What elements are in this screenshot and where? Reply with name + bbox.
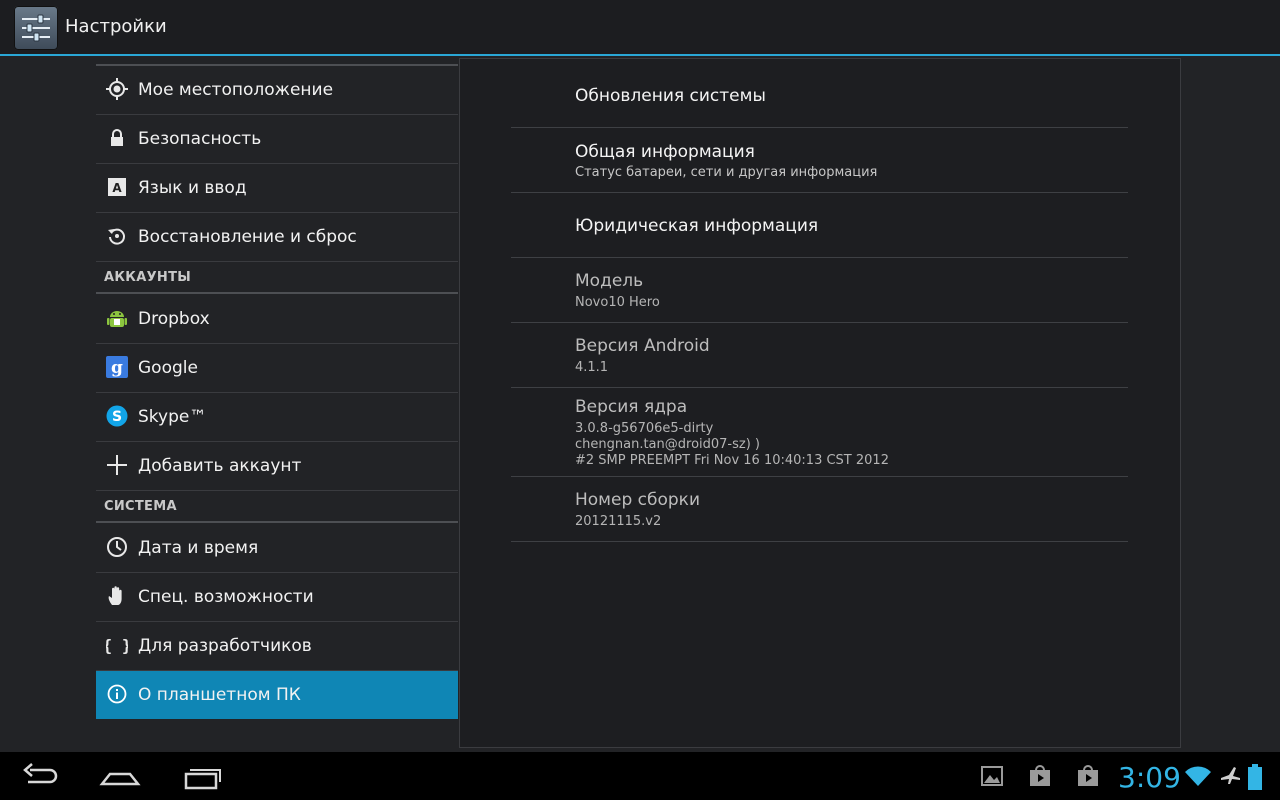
info-label: Версия ядра [575,397,688,417]
info-label: Номер сборки [575,490,701,510]
sidebar-item-developer[interactable]: { } Для разработчиков [96,622,458,671]
gallery-icon[interactable] [980,764,1004,788]
sidebar-item-add-account[interactable]: Добавить аккаунт [96,442,458,491]
recents-icon[interactable] [170,760,230,792]
action-bar: Настройки [0,0,1280,56]
sidebar-item-label: Дата и время [138,538,259,558]
play-store-icon[interactable] [1028,764,1052,788]
airplane-icon[interactable] [1219,764,1243,788]
sidebar-item-label: Добавить аккаунт [138,456,302,476]
google-icon: g [106,356,128,378]
sidebar-item-location[interactable]: Мое местоположение [96,66,458,115]
play-store-icon[interactable] [1076,764,1100,788]
sidebar-item-security[interactable]: Безопасность [96,115,458,164]
about-details-panel: Обновления системы Общая информация Стат… [459,58,1181,748]
battery-icon[interactable] [1248,764,1262,790]
skype-icon: S [106,405,128,427]
home-icon[interactable] [90,760,150,792]
clock-icon [106,536,128,558]
info-kernel-version: Версия ядра 3.0.8-g56706e5-dirty chengna… [511,388,1128,477]
sidebar-item-label: Безопасность [138,129,262,149]
svg-text:A: A [112,181,122,195]
svg-text:S: S [112,409,122,425]
restore-icon [106,225,128,247]
back-icon[interactable] [10,760,70,792]
sidebar-item-label: Язык и ввод [138,178,247,198]
page-title: Настройки [65,16,167,37]
sidebar-item-google[interactable]: g Google [96,344,458,393]
info-android-version[interactable]: Версия Android 4.1.1 [511,323,1128,388]
info-value-line: 3.0.8-g56706e5-dirty [575,421,714,436]
sidebar-item-label: Мое местоположение [138,80,334,100]
pref-general-info[interactable]: Общая информация Статус батареи, сети и … [511,128,1128,193]
android-icon [106,307,128,329]
info-build-number[interactable]: Номер сборки 20121115.v2 [511,477,1128,542]
sidebar-item-label: Восстановление и сброс [138,227,357,247]
sidebar-item-label: Спец. возможности [138,587,314,607]
braces-icon: { } [103,634,132,656]
info-model: Модель Novo10 Hero [511,258,1128,323]
sidebar-item-skype[interactable]: S Skype™ [96,393,458,442]
keyboard-a-icon: A [106,176,128,198]
pref-title: Обновления системы [575,86,766,106]
pref-title: Общая информация [575,142,755,162]
location-icon [106,78,128,100]
pref-title: Юридическая информация [575,216,819,236]
info-value: Novo10 Hero [575,295,660,310]
sidebar-item-label: Skype™ [138,407,207,427]
info-label: Версия Android [575,336,710,356]
plus-icon [106,454,128,476]
pref-system-updates[interactable]: Обновления системы [511,59,1128,128]
sidebar-item-about-tablet[interactable]: О планшетном ПК [96,671,458,719]
section-header-label: СИСТЕМА [104,499,177,514]
info-value: 4.1.1 [575,360,609,375]
pref-summary: Статус батареи, сети и другая информация [575,165,878,180]
info-icon [106,683,128,705]
sidebar-item-dropbox[interactable]: Dropbox [96,295,458,344]
pref-legal-info[interactable]: Юридическая информация [511,193,1128,258]
wifi-icon[interactable] [1184,764,1211,788]
lock-icon [106,127,128,149]
info-value-line: #2 SMP PREEMPT Fri Nov 16 10:40:13 CST 2… [575,453,889,468]
section-header-label: АККАУНТЫ [104,270,192,285]
sidebar-item-language[interactable]: A Язык и ввод [96,164,458,213]
svg-text:{ }: { } [106,636,128,655]
svg-text:g: g [111,358,123,378]
sidebar-item-label: Для разработчиков [138,636,312,656]
sidebar-item-label: Google [138,358,198,378]
info-label: Модель [575,271,644,291]
settings-sidebar: Мое местоположение Безопасность A Язык и… [96,56,458,726]
info-value: 20121115.v2 [575,514,662,529]
system-navigation-bar: 3:09 [0,752,1280,800]
sidebar-item-label: Dropbox [138,309,210,329]
info-value-line: chengnan.tan@droid07-sz) ) [575,437,760,452]
sidebar-item-reset[interactable]: Восстановление и сброс [96,213,458,262]
sidebar-item-date-time[interactable]: Дата и время [96,524,458,573]
hand-icon [106,585,128,607]
section-header-system: СИСТЕМА [96,491,458,523]
sidebar-item-accessibility[interactable]: Спец. возможности [96,573,458,622]
status-clock[interactable]: 3:09 [1118,761,1181,794]
section-header-accounts: АККАУНТЫ [96,262,458,294]
settings-sliders-icon[interactable] [14,6,58,50]
sidebar-item-label: О планшетном ПК [138,685,301,705]
